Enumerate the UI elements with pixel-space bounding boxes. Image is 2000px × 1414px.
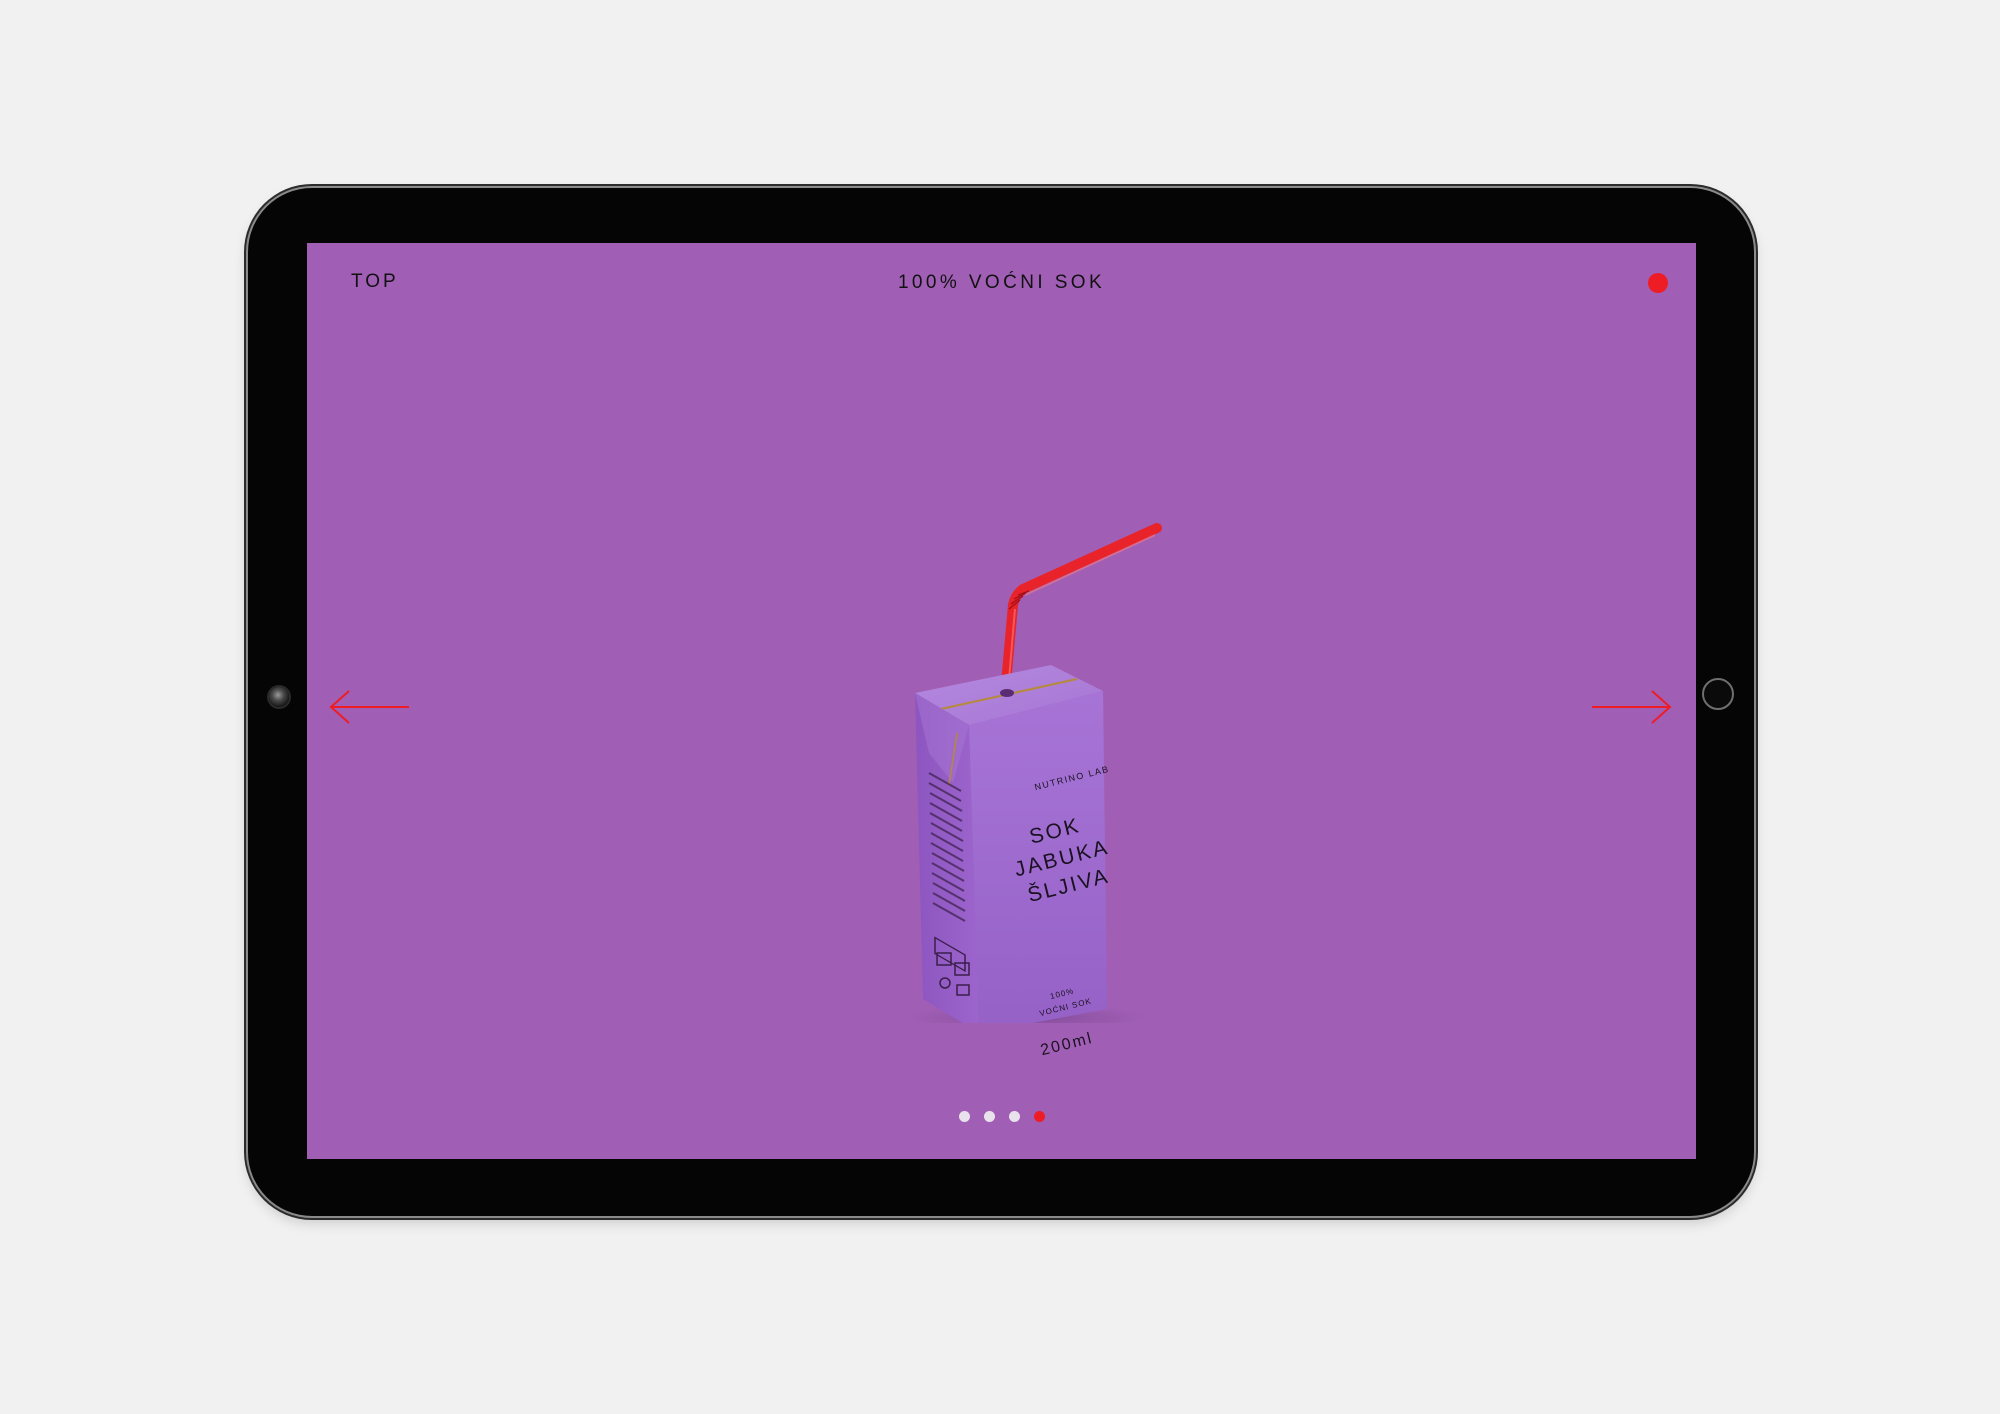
pager-dot[interactable] bbox=[1033, 1111, 1045, 1122]
arrow-right-icon[interactable] bbox=[1590, 689, 1672, 725]
red-dot-menu-icon[interactable] bbox=[1648, 273, 1668, 293]
carton-volume: 200ml bbox=[1038, 1029, 1095, 1060]
front-camera bbox=[269, 687, 289, 707]
page-title: 100% VOĆNI SOK bbox=[897, 272, 1106, 293]
slide-pager bbox=[307, 1111, 1696, 1122]
pager-dot[interactable] bbox=[983, 1111, 995, 1122]
juice-carton-image: NUTRINO LAB SOK JABUKA ŠLJIVA 100% VOĆNI… bbox=[837, 373, 1177, 1059]
juice-carton-illustration bbox=[907, 523, 1162, 1033]
app-screen: TOP 100% VOĆNI SOK NUTRINO LAB SOK JABUK… bbox=[307, 243, 1696, 1159]
tablet-device-frame: TOP 100% VOĆNI SOK NUTRINO LAB SOK JABUK… bbox=[248, 188, 1754, 1216]
pager-dot[interactable] bbox=[1008, 1111, 1020, 1122]
home-button[interactable] bbox=[1702, 678, 1734, 710]
arrow-left-icon[interactable] bbox=[329, 689, 411, 725]
pager-dot[interactable] bbox=[958, 1111, 970, 1122]
